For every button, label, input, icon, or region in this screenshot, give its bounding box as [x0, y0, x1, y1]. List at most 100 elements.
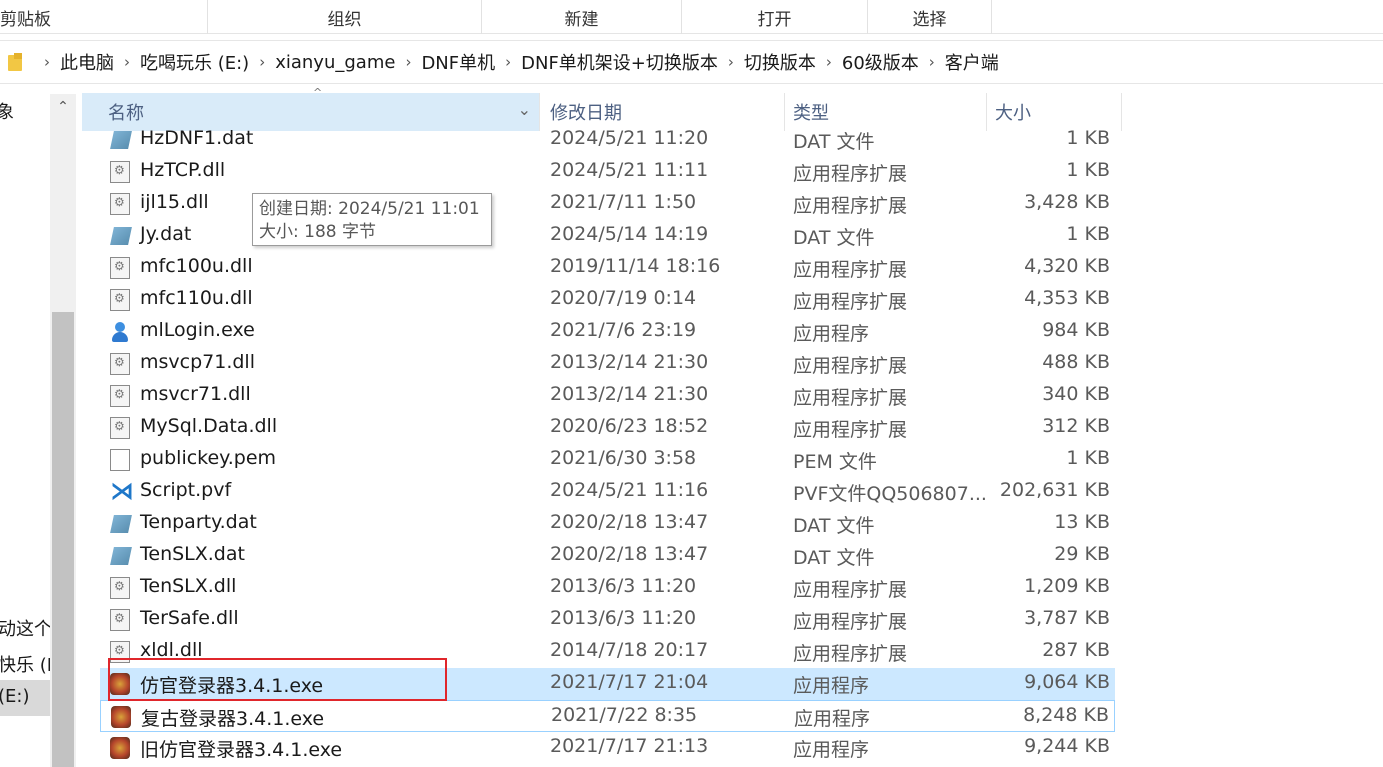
file-row[interactable]: mlLogin.exe 2021/7/6 23:19 应用程序 984 KB: [100, 316, 1115, 348]
file-name: publickey.pem: [140, 447, 277, 469]
breadcrumb-this-pc[interactable]: 此电脑: [60, 49, 114, 75]
nav-scrollbar-thumb[interactable]: [52, 312, 74, 767]
file-size: 1 KB: [1066, 223, 1110, 245]
file-name: mfc110u.dll: [140, 287, 253, 309]
nav-item-partial[interactable]: 象: [0, 98, 14, 124]
file-type: 应用程序扩展: [793, 611, 908, 633]
file-row[interactable]: Tenparty.dat 2020/2/18 13:47 DAT 文件 13 KB: [100, 508, 1115, 540]
game-exe-icon: [110, 737, 130, 759]
ribbon-group-clipboard[interactable]: 剪贴板: [0, 0, 208, 34]
file-type: 应用程序扩展: [793, 355, 908, 377]
file-name: Jy.dat: [140, 223, 192, 245]
chevron-right-icon[interactable]: ›: [826, 53, 832, 71]
file-name: msvcr71.dll: [140, 383, 251, 405]
file-modified-date: 2024/5/21 11:20: [550, 127, 709, 149]
scroll-up-icon[interactable]: ⌃: [50, 94, 76, 120]
file-modified-date: 2024/5/21 11:16: [550, 479, 709, 501]
breadcrumb-dnf[interactable]: DNF单机: [421, 49, 495, 75]
file-row[interactable]: TenSLX.dll 2013/6/3 11:20 应用程序扩展 1,209 KB: [100, 572, 1115, 604]
column-header-label: 类型: [793, 103, 829, 124]
breadcrumb-dnf-setup[interactable]: DNF单机架设+切换版本: [521, 49, 718, 75]
file-row[interactable]: 旧仿官登录器3.4.1.exe 2021/7/17 21:13 应用程序 9,244 …: [100, 732, 1115, 764]
file-size: 4,320 KB: [1024, 255, 1110, 277]
pem-file-icon: [110, 449, 130, 471]
file-type: 应用程序: [794, 708, 871, 730]
file-name: TerSafe.dll: [140, 607, 239, 629]
file-name: TenSLX.dat: [140, 543, 245, 565]
file-row[interactable]: 复古登录器3.4.1.exe 2021/7/22 8:35 应用程序 8,248 KB: [100, 700, 1115, 732]
ribbon-group-select[interactable]: 选择: [868, 0, 992, 34]
file-type: DAT 文件: [793, 131, 875, 153]
address-bar[interactable]: › 此电脑 › 吃喝玩乐 (E:) › xianyu_game › DNF单机 …: [0, 40, 1383, 84]
dll-file-icon: [110, 609, 130, 631]
chevron-right-icon[interactable]: ›: [259, 53, 265, 71]
file-type: PVF文件QQ506807...: [793, 483, 987, 505]
file-modified-date: 2021/7/17 21:04: [550, 671, 709, 693]
nav-item-partial[interactable]: 动这个: [0, 615, 52, 641]
file-type: PEM 文件: [793, 451, 877, 473]
breadcrumb-client[interactable]: 客户端: [945, 49, 999, 75]
nav-item-drive-e[interactable]: (E:): [0, 686, 29, 707]
dll-file-icon: [110, 385, 130, 407]
file-type: 应用程序: [793, 323, 870, 345]
chevron-right-icon[interactable]: ›: [929, 53, 935, 71]
breadcrumb-switch-version[interactable]: 切换版本: [744, 49, 816, 75]
ribbon-group-open[interactable]: 打开: [682, 0, 868, 34]
file-type: DAT 文件: [793, 547, 875, 569]
file-row[interactable]: mfc100u.dll 2019/11/14 18:16 应用程序扩展 4,320 K…: [100, 252, 1115, 284]
file-name: MySql.Data.dll: [140, 415, 278, 437]
column-header-label: 大小: [995, 103, 1031, 124]
file-row[interactable]: mfc110u.dll 2020/7/19 0:14 应用程序扩展 4,353 KB: [100, 284, 1115, 316]
file-size: 1 KB: [1066, 159, 1110, 181]
file-row[interactable]: HzTCP.dll 2024/5/21 11:11 应用程序扩展 1 KB: [100, 156, 1115, 188]
file-modified-date: 2024/5/14 14:19: [550, 223, 709, 245]
file-row[interactable]: TerSafe.dll 2013/6/3 11:20 应用程序扩展 3,787 KB: [100, 604, 1115, 636]
file-row[interactable]: Script.pvf 2024/5/21 11:16 PVF文件QQ506807..…: [100, 476, 1115, 508]
file-modified-date: 2013/2/14 21:30: [550, 383, 709, 405]
dll-file-icon: [110, 161, 130, 183]
file-size: 1 KB: [1066, 127, 1110, 149]
breadcrumb-xianyu-game[interactable]: xianyu_game: [275, 52, 395, 73]
dat-file-icon: [110, 131, 132, 149]
ribbon-label: 剪贴板: [0, 9, 51, 30]
file-name: mfc100u.dll: [140, 255, 253, 277]
file-modified-date: 2014/7/18 20:17: [550, 639, 709, 661]
chevron-right-icon[interactable]: ›: [405, 53, 411, 71]
dat-file-icon: [110, 515, 132, 533]
file-type: DAT 文件: [793, 515, 875, 537]
file-row[interactable]: MySql.Data.dll 2020/6/23 18:52 应用程序扩展 312 K…: [100, 412, 1115, 444]
file-size: 3,428 KB: [1024, 191, 1110, 213]
file-row[interactable]: publickey.pem 2021/6/30 3:58 PEM 文件 1 KB: [100, 444, 1115, 476]
folder-icon: [8, 53, 22, 71]
chevron-right-icon[interactable]: ›: [728, 53, 734, 71]
file-row[interactable]: TenSLX.dat 2020/2/18 13:47 DAT 文件 29 KB: [100, 540, 1115, 572]
file-name: HzDNF1.dat: [140, 127, 254, 149]
ribbon: 剪贴板 组织 新建 打开 选择: [0, 0, 1383, 34]
file-size: 9,064 KB: [1024, 671, 1110, 693]
chevron-down-icon[interactable]: ⌄: [518, 100, 531, 119]
dll-file-icon: [110, 193, 130, 215]
game-exe-icon: [111, 706, 131, 728]
file-name: Tenparty.dat: [140, 511, 257, 533]
file-name: Script.pvf: [140, 479, 232, 501]
dll-file-icon: [110, 257, 130, 279]
chevron-right-icon[interactable]: ›: [505, 53, 511, 71]
ribbon-group-new[interactable]: 新建: [482, 0, 682, 34]
file-modified-date: 2021/7/22 8:35: [551, 704, 698, 726]
dll-file-icon: [110, 577, 130, 599]
chevron-right-icon[interactable]: ›: [124, 53, 130, 71]
breadcrumb-drive-e[interactable]: 吃喝玩乐 (E:): [140, 49, 249, 75]
file-row[interactable]: msvcp71.dll 2013/2/14 21:30 应用程序扩展 488 KB: [100, 348, 1115, 380]
file-type: 应用程序扩展: [793, 259, 908, 281]
file-tooltip: 创建日期: 2024/5/21 11:01 大小: 188 字节: [252, 193, 492, 246]
file-size: 29 KB: [1054, 543, 1110, 565]
chevron-right-icon[interactable]: ›: [44, 53, 50, 71]
tooltip-created-date: 创建日期: 2024/5/21 11:01: [259, 199, 480, 219]
user-exe-icon: [110, 321, 130, 343]
ribbon-group-organize[interactable]: 组织: [208, 0, 482, 34]
column-header-label: 名称: [108, 103, 144, 124]
file-row[interactable]: HzDNF1.dat 2024/5/21 11:20 DAT 文件 1 KB: [100, 124, 1115, 156]
file-row[interactable]: msvcr71.dll 2013/2/14 21:30 应用程序扩展 340 KB: [100, 380, 1115, 412]
breadcrumb-level-60[interactable]: 60级版本: [842, 49, 919, 75]
file-size: 287 KB: [1042, 639, 1110, 661]
